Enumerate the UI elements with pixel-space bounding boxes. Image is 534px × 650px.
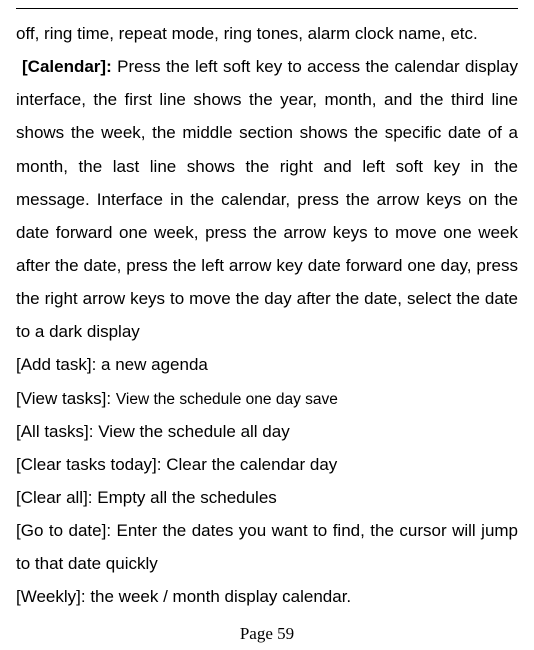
list-item: [All tasks]: View the schedule all day — [16, 415, 518, 448]
list-item-label: [View tasks]: — [16, 389, 116, 408]
list-item-desc: a new agenda — [101, 355, 208, 374]
calendar-heading: [Calendar]: — [22, 57, 117, 76]
top-rule — [16, 8, 518, 9]
list-item-label: [Weekly]: — [16, 587, 90, 606]
list-item: [Clear tasks today]: Clear the calendar … — [16, 448, 518, 481]
document-body: off, ring time, repeat mode, ring tones,… — [16, 17, 518, 614]
list-item-label: [Add task]: — [16, 355, 101, 374]
intro-line: off, ring time, repeat mode, ring tones,… — [16, 17, 518, 50]
list-item: [Go to date]: Enter the dates you want t… — [16, 514, 518, 580]
list-item: [Weekly]: the week / month display calen… — [16, 580, 518, 613]
list-item-desc: View the schedule one day save — [116, 391, 338, 408]
page-number: Page 59 — [0, 624, 534, 644]
list-item: [Add task]: a new agenda — [16, 348, 518, 381]
list-item-label: [All tasks]: — [16, 422, 98, 441]
list-item-desc: the week / month display calendar. — [90, 587, 351, 606]
calendar-section: [Calendar]: Press the left soft key to a… — [16, 50, 518, 348]
items-list: [Add task]: a new agenda[View tasks]: Vi… — [16, 348, 518, 613]
list-item-desc: View the schedule all day — [98, 422, 290, 441]
calendar-body: Press the left soft key to access the ca… — [16, 57, 518, 341]
list-item: [View tasks]: View the schedule one day … — [16, 382, 518, 415]
list-item-label: [Go to date]: — [16, 521, 117, 540]
list-item-label: [Clear all]: — [16, 488, 97, 507]
list-item: [Clear all]: Empty all the schedules — [16, 481, 518, 514]
list-item-desc: Clear the calendar day — [166, 455, 337, 474]
list-item-label: [Clear tasks today]: — [16, 455, 166, 474]
list-item-desc: Empty all the schedules — [97, 488, 277, 507]
